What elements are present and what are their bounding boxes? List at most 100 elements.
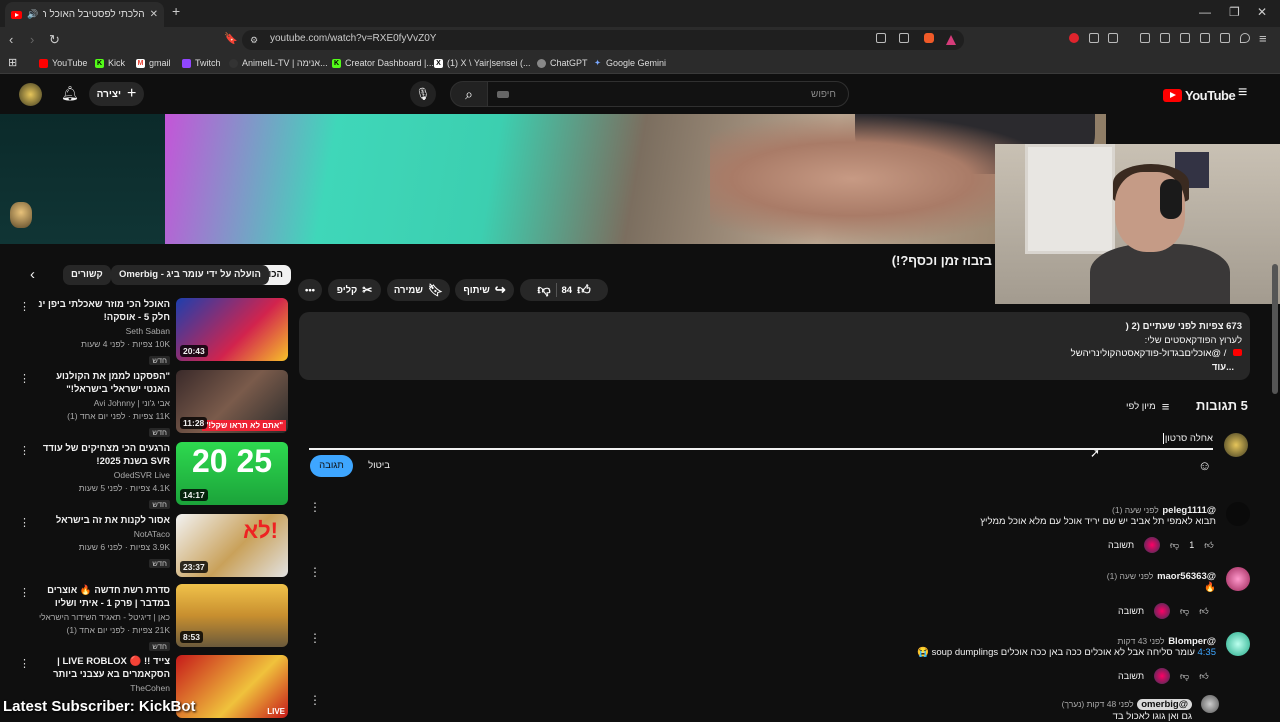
- video-thumbnail[interactable]: 8:53: [176, 584, 288, 647]
- youtube-logo[interactable]: YouTube: [1163, 88, 1236, 103]
- rec-channel[interactable]: OdedSVR Live: [28, 469, 170, 482]
- rec-title[interactable]: "הפסקנו לממן את הקולנוע האנטי ישראלי ביש…: [28, 370, 170, 396]
- comment-menu-icon[interactable]: ⋮: [309, 565, 321, 579]
- comment-author[interactable]: @Blomper: [1168, 636, 1216, 647]
- tab-close-icon[interactable]: ✕: [150, 9, 158, 20]
- rec-title[interactable]: סדרת רשת חדשה 🔥 אוצרים במדבר | פרק 1 - א…: [28, 584, 170, 610]
- cancel-comment-button[interactable]: ביטול: [363, 455, 395, 477]
- recommendation-item[interactable]: "אתם לא תראו שקל!" 11:28 "הפסקנו לממן את…: [15, 370, 288, 437]
- reload-icon[interactable]: ↻: [49, 32, 60, 48]
- rec-menu-icon[interactable]: ⋮: [19, 372, 30, 385]
- chips-prev-icon[interactable]: ‹: [30, 266, 35, 283]
- like-count[interactable]: 84: [562, 285, 573, 296]
- browser-tab[interactable]: 🔊 הלכתי לפסטיבל האוכל האסיי ✕: [5, 2, 164, 27]
- like-icon[interactable]: 👍︎: [1199, 606, 1208, 617]
- chip-uploaded-by[interactable]: הועלה על ידי עומר ביג - Omerbig: [111, 265, 269, 285]
- video-thumbnail[interactable]: 20:43: [176, 298, 288, 361]
- search-button[interactable]: ⌕: [450, 81, 488, 107]
- rec-menu-icon[interactable]: ⋮: [19, 516, 30, 529]
- keyboard-icon[interactable]: [497, 91, 509, 98]
- wallet-icon[interactable]: [1108, 33, 1118, 43]
- submit-comment-button[interactable]: תגובה: [310, 455, 353, 477]
- voice-search-button[interactable]: 🎙︎: [410, 81, 436, 107]
- dislike-icon[interactable]: 👎︎: [1170, 540, 1179, 551]
- rec-title[interactable]: צייד !! 🔴 LIVE ROBLOX | הסקאמרים בא עצבנ…: [28, 655, 170, 681]
- recommendation-item[interactable]: 20:43 האוכל הכי מוזר שאכלתי ביפן ינ חלק …: [15, 298, 288, 365]
- recommendation-item[interactable]: לא! 23:37 אסור לקנות את זה בישראל NotATa…: [15, 514, 288, 579]
- download-icon[interactable]: [1140, 33, 1150, 43]
- comment-menu-icon[interactable]: ⋮: [309, 631, 321, 645]
- reply-button[interactable]: תשובה: [1118, 671, 1144, 681]
- rec-menu-icon[interactable]: ⋮: [19, 657, 30, 670]
- media-icon[interactable]: [1160, 33, 1170, 43]
- clip-button[interactable]: ✂ קליפ: [328, 279, 381, 301]
- description-box[interactable]: 673 צפיות לפני שעתיים (2 ( לערוץ הפודקאס…: [299, 312, 1250, 380]
- menu-icon[interactable]: ≡: [1259, 31, 1267, 46]
- sidebar-toggle-icon[interactable]: [1180, 33, 1190, 43]
- rec-channel[interactable]: אבי ג'וני | Avi Johnny: [28, 397, 170, 410]
- cast-icon[interactable]: [876, 33, 886, 43]
- site-info-icon[interactable]: ⚙: [250, 35, 258, 46]
- comment-avatar[interactable]: [1201, 695, 1219, 713]
- bookmark-twitch[interactable]: Twitch: [182, 58, 221, 68]
- description-more[interactable]: ...עוד: [307, 361, 1242, 375]
- new-tab-icon[interactable]: +: [172, 3, 180, 19]
- comment-avatar[interactable]: [1226, 632, 1250, 656]
- bookmark-page-icon[interactable]: 🔖: [224, 32, 238, 45]
- leo-ai-icon[interactable]: [1220, 33, 1230, 43]
- bookmark-x[interactable]: X (1) X \ Yair|sensei (...: [434, 58, 531, 68]
- bookmark-gmail[interactable]: Mgmail: [136, 58, 171, 68]
- recommendation-item[interactable]: 8:53 סדרת רשת חדשה 🔥 אוצרים במדבר | פרק …: [15, 584, 288, 651]
- bookmark-youtube[interactable]: YouTube: [39, 58, 87, 68]
- rec-menu-icon[interactable]: ⋮: [19, 300, 30, 313]
- rec-channel[interactable]: Seth Saban: [28, 325, 170, 338]
- more-actions-button[interactable]: •••: [298, 279, 322, 301]
- bookmark-animeil[interactable]: AnimeIL-TV | אנימה...: [229, 58, 328, 68]
- description-link[interactable]: / @אוכליםבגדול-פודקאסטהקולינריהשל: [307, 347, 1242, 361]
- window-close-icon[interactable]: ✕: [1257, 5, 1267, 19]
- share-page-icon[interactable]: [899, 33, 909, 43]
- guide-menu-icon[interactable]: ≡: [1238, 84, 1247, 102]
- comment-input[interactable]: אחלה סרטון: [309, 430, 1213, 450]
- page-scrollbar[interactable]: [1272, 114, 1278, 720]
- sort-button[interactable]: ≡ מיון לפי: [1126, 399, 1169, 414]
- forward-icon[interactable]: ›: [30, 32, 34, 47]
- bookmark-creator-dashboard[interactable]: K Creator Dashboard |...: [332, 58, 434, 68]
- apps-grid-icon[interactable]: ⊞: [8, 56, 17, 69]
- create-button[interactable]: + יצירה: [89, 82, 144, 106]
- bookmark-chatgpt[interactable]: ChatGPT: [537, 58, 588, 68]
- rec-title[interactable]: אסור לקנות את זה בישראל: [28, 514, 170, 527]
- chip-related[interactable]: קשורים: [63, 265, 111, 285]
- rec-menu-icon[interactable]: ⋮: [19, 586, 30, 599]
- like-icon[interactable]: 👍︎: [1204, 540, 1213, 551]
- comment-time[interactable]: לפני 43 דקות: [1118, 636, 1165, 646]
- rec-menu-icon[interactable]: ⋮: [19, 444, 30, 457]
- minimize-icon[interactable]: —: [1199, 5, 1211, 19]
- video-timestamp-link[interactable]: 4:35: [1198, 647, 1217, 658]
- comment-author[interactable]: @maor56363: [1157, 571, 1216, 582]
- save-button[interactable]: 🔖︎ שמירה: [387, 279, 450, 301]
- video-thumbnail[interactable]: לא! 23:37: [176, 514, 288, 577]
- like-icon[interactable]: 👍︎: [577, 282, 591, 298]
- tab-manager-icon[interactable]: [1200, 33, 1210, 43]
- reply-button[interactable]: תשובה: [1108, 540, 1134, 550]
- comment-time[interactable]: לפני שעה (1): [1107, 571, 1154, 581]
- comment-menu-icon[interactable]: ⋮: [309, 693, 321, 707]
- speaker-icon[interactable]: 🔊: [27, 9, 38, 20]
- like-icon[interactable]: 👍︎: [1199, 671, 1208, 682]
- comment-menu-icon[interactable]: ⋮: [309, 500, 321, 514]
- account-avatar[interactable]: [19, 83, 42, 106]
- recommendation-item[interactable]: 20 25 14:17 הרגעים הכי מצחיקים של עודד S…: [15, 442, 288, 509]
- back-icon[interactable]: ‹: [9, 32, 13, 47]
- video-thumbnail[interactable]: "אתם לא תראו שקל!" 11:28: [176, 370, 288, 433]
- brave-rewards-icon[interactable]: [946, 33, 956, 45]
- video-thumbnail[interactable]: 20 25 14:17: [176, 442, 288, 505]
- brave-shield-icon[interactable]: [924, 33, 934, 43]
- reply-button[interactable]: תשובה: [1118, 606, 1144, 616]
- rec-title[interactable]: הרגעים הכי מצחיקים של עודד SVR בשנת 2025…: [28, 442, 170, 468]
- comment-author[interactable]: @omerbig: [1137, 699, 1192, 710]
- comment-time[interactable]: לפני שעה (1): [1112, 505, 1159, 515]
- restore-icon[interactable]: ❐: [1229, 5, 1240, 19]
- comment-avatar[interactable]: [1226, 502, 1250, 526]
- share-button[interactable]: ↪ שיתוף: [455, 279, 514, 301]
